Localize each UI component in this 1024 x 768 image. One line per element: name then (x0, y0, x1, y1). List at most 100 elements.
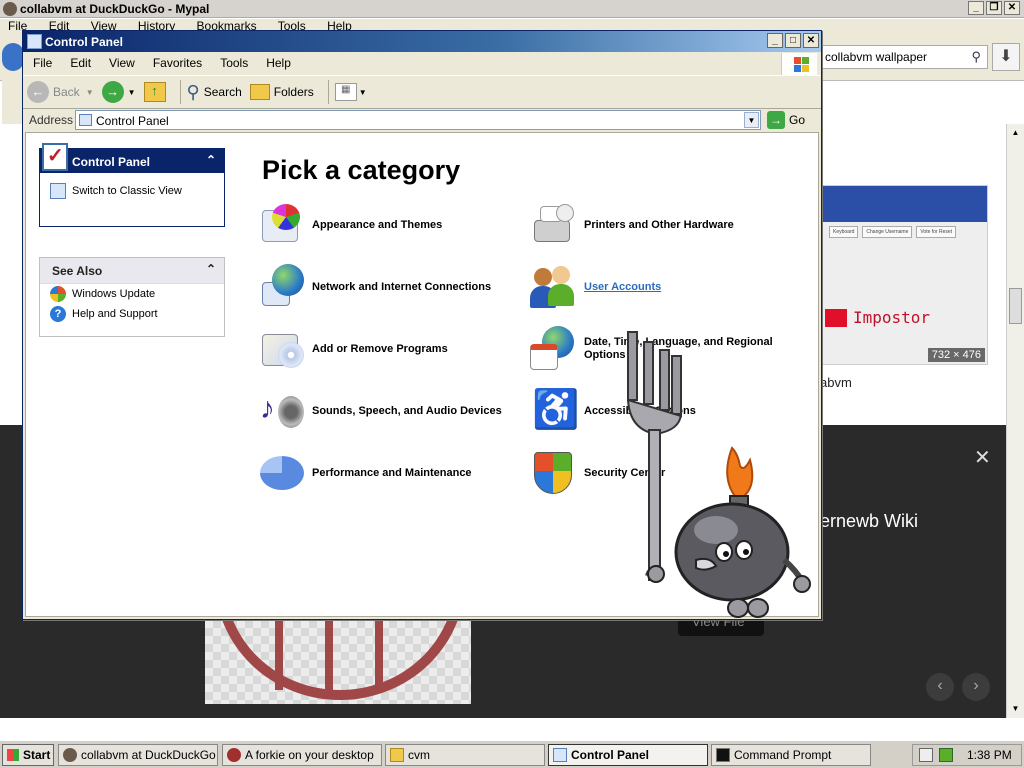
add-remove-icon (258, 326, 304, 372)
scroll-up-icon[interactable]: ▲ (1009, 126, 1022, 139)
menu-view[interactable]: View (109, 56, 135, 73)
folder-task-icon (390, 748, 404, 762)
task-browser[interactable]: collabvm at DuckDuckGo ... (58, 744, 218, 766)
address-value: Control Panel (96, 114, 169, 128)
toolbar-separator (327, 80, 329, 104)
maximize-icon[interactable]: □ (785, 33, 801, 48)
task-label: collabvm at DuckDuckGo ... (81, 748, 218, 762)
close-panel-icon[interactable]: ✕ (974, 445, 991, 470)
category-label: Network and Internet Connections (312, 280, 492, 293)
thumbnail-tab: Keyboard (829, 226, 859, 238)
see-also-header[interactable]: See Also ⌃ (40, 258, 224, 284)
task-forkie[interactable]: A forkie on your desktop (222, 744, 382, 766)
browser-back-icon[interactable] (2, 43, 24, 71)
next-arrow-icon[interactable]: › (962, 673, 990, 701)
magnifier-icon[interactable]: ⚲ (971, 49, 981, 65)
views-dropdown-icon[interactable]: ▼ (359, 88, 367, 97)
switch-view-label: Switch to Classic View (72, 185, 182, 197)
download-icon[interactable]: ⬇ (992, 43, 1020, 71)
collapse-icon[interactable]: ⌃ (206, 262, 216, 276)
scroll-thumb[interactable] (1009, 288, 1022, 324)
see-also-title: See Also (52, 264, 103, 278)
category-add-remove[interactable]: Add or Remove Programs (258, 325, 528, 373)
windows-update-link[interactable]: Windows Update (40, 284, 224, 304)
windows-flag-icon (7, 749, 19, 761)
task-label: A forkie on your desktop (245, 748, 374, 762)
category-sounds[interactable]: ♪ Sounds, Speech, and Audio Devices (258, 387, 528, 435)
category-network[interactable]: Network and Internet Connections (258, 263, 528, 311)
result-thumbnail[interactable]: Keyboard Change Username Vote for Reset … (820, 185, 988, 365)
control-panel-titlebar: Control Panel _ □ ✕ (23, 31, 821, 52)
address-bar: Address Control Panel ▼ → Go (23, 109, 821, 131)
minimize-icon[interactable]: _ (968, 1, 984, 15)
control-panel-sidebox-header[interactable]: Control Panel ⌃ (40, 143, 224, 173)
start-label: Start (23, 748, 51, 762)
address-dropdown-icon[interactable]: ▼ (744, 112, 759, 128)
menu-edit[interactable]: Edit (70, 56, 91, 73)
windows-logo-icon (781, 53, 817, 75)
scroll-down-icon[interactable]: ▼ (1009, 702, 1022, 715)
task-cvm[interactable]: cvm (385, 744, 545, 766)
category-printers[interactable]: Printers and Other Hardware (530, 201, 800, 249)
thumbnail-tabs: Keyboard Change Username Vote for Reset (829, 226, 957, 238)
window-title: Control Panel (45, 35, 124, 49)
menu-file[interactable]: File (33, 56, 52, 73)
thumbnail-caption[interactable]: abvm (820, 375, 852, 390)
category-user-accounts[interactable]: User Accounts (530, 263, 800, 311)
forkie-mascot[interactable] (620, 330, 820, 625)
keyboard-tray-icon[interactable] (919, 748, 933, 762)
control-panel-small-icon (79, 114, 92, 126)
prev-arrow-icon[interactable]: ‹ (926, 673, 954, 701)
menu-favorites[interactable]: Favorites (153, 56, 202, 73)
category-appearance[interactable]: Appearance and Themes (258, 201, 528, 249)
browser-search-input[interactable]: collabvm wallpaper ⚲ (820, 45, 988, 69)
back-dropdown-icon[interactable]: ▼ (86, 88, 94, 97)
browser-window-controls: _ ❐ ✕ (968, 1, 1020, 15)
category-performance[interactable]: Performance and Maintenance (258, 449, 528, 497)
help-support-link[interactable]: ? Help and Support (40, 304, 224, 324)
menu-help[interactable]: Help (266, 56, 291, 73)
close-icon[interactable]: ✕ (1004, 1, 1020, 15)
folders-button[interactable]: Folders (249, 78, 314, 106)
views-button[interactable]: ▦ ▼ (334, 78, 367, 106)
minimize-icon[interactable]: _ (767, 33, 783, 48)
back-label: Back (53, 85, 80, 99)
accessibility-icon: ♿ (530, 388, 579, 434)
fork-graphic (626, 331, 682, 581)
page-title: Pick a category (262, 155, 461, 185)
go-button[interactable]: → Go (767, 111, 805, 129)
thumbnail-impostor: Impostor (825, 308, 930, 327)
category-label: Sounds, Speech, and Audio Devices (312, 404, 502, 417)
address-input[interactable]: Control Panel ▼ (75, 110, 761, 130)
go-arrow-icon: → (767, 111, 785, 129)
clock[interactable]: 1:38 PM (967, 748, 1012, 762)
window-menubar: File Edit View Favorites Tools Help (23, 53, 821, 73)
forward-button[interactable]: → ▼ (101, 78, 136, 106)
search-button[interactable]: ⚲ Search (187, 78, 242, 106)
browser-scrollbar[interactable]: ▲ ▼ (1006, 124, 1024, 718)
collapse-icon[interactable]: ⌃ (206, 153, 216, 167)
sidebox-title: Control Panel (72, 155, 151, 169)
forkie-task-icon (227, 748, 241, 762)
menu-tools[interactable]: Tools (220, 56, 248, 73)
task-label: Command Prompt (734, 748, 832, 762)
control-panel-sidebox: Control Panel ⌃ Switch to Classic View (39, 143, 225, 227)
see-also-sidebox: See Also ⌃ Windows Update ? Help and Sup… (39, 257, 225, 337)
up-folder-button[interactable]: ↑ (143, 78, 166, 106)
switch-classic-view-link[interactable]: Switch to Classic View (40, 181, 224, 201)
network-tray-icon[interactable] (939, 748, 953, 762)
close-icon[interactable]: ✕ (803, 33, 819, 48)
detail-preview-image (205, 620, 471, 704)
forward-dropdown-icon[interactable]: ▼ (128, 88, 136, 97)
forward-arrow-icon: → (101, 81, 124, 103)
task-command-prompt[interactable]: Command Prompt (711, 744, 871, 766)
appearance-icon (258, 202, 304, 248)
back-button[interactable]: ← Back ▼ (27, 78, 94, 106)
folders-label: Folders (273, 85, 314, 99)
start-button[interactable]: Start (2, 744, 54, 766)
restore-icon[interactable]: ❐ (986, 1, 1002, 15)
task-control-panel[interactable]: Control Panel (548, 744, 708, 766)
address-label: Address (29, 113, 74, 127)
preview-stripe (325, 620, 333, 690)
toolbar-separator (179, 80, 181, 104)
